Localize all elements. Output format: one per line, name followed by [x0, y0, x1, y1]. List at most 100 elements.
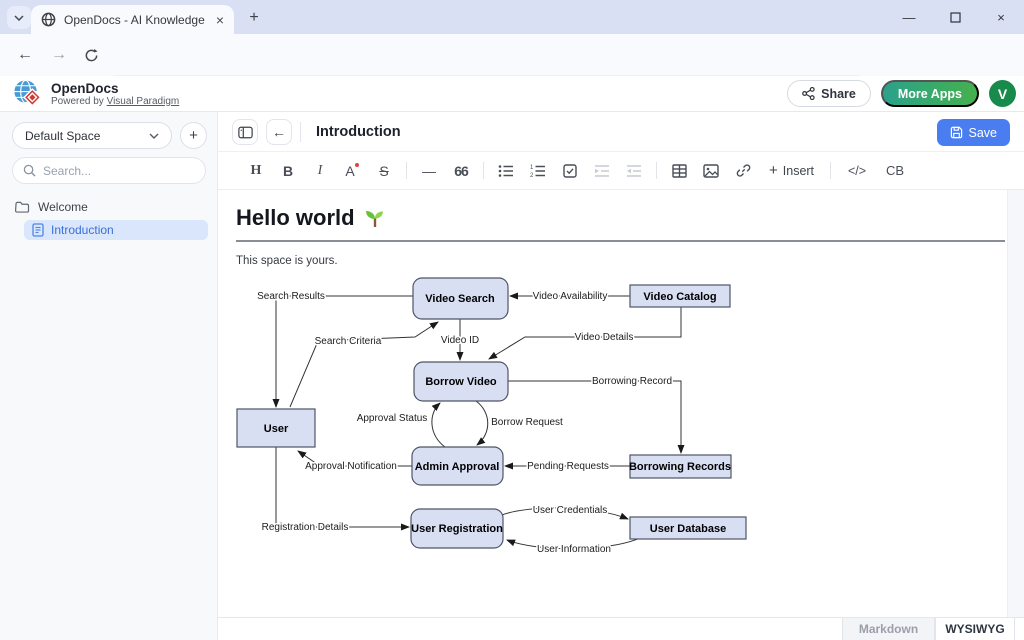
flow-label: Borrow Request	[491, 417, 563, 428]
node-label: User	[264, 423, 289, 435]
back-to-docs-button[interactable]: ←	[266, 119, 292, 145]
space-selector[interactable]: Default Space	[12, 122, 172, 149]
divider	[830, 162, 831, 179]
diagram-nodes	[237, 278, 746, 548]
checkbox-icon	[563, 164, 577, 178]
tree-item-label: Introduction	[51, 223, 114, 237]
reload-icon	[84, 48, 99, 63]
divider	[656, 162, 657, 179]
italic-button[interactable]: I	[304, 159, 336, 183]
editor-statusbar: Markdown WYSIWYG	[218, 617, 1024, 640]
heading-button[interactable]: H	[240, 159, 272, 183]
task-list-button[interactable]	[554, 159, 586, 183]
maximize-button[interactable]	[932, 0, 978, 34]
sidebar: Default Space + Welcome Introduction	[0, 112, 218, 640]
sidebar-search[interactable]	[12, 157, 206, 184]
flow-label: Registration Details	[262, 522, 349, 533]
insert-button[interactable]: +Insert	[759, 162, 824, 179]
indent-icon	[594, 164, 610, 178]
link-button[interactable]	[727, 159, 759, 183]
node-label: Video Search	[425, 293, 495, 305]
text-color-button[interactable]: A	[336, 159, 368, 183]
app-header: OpenDocs Powered by Visual Paradigm Shar…	[0, 76, 1024, 112]
doc-header: ← Introduction Save	[218, 112, 1024, 152]
toggle-sidebar-button[interactable]	[232, 119, 258, 145]
svg-text:1: 1	[530, 165, 534, 171]
flow-label: Search Results	[257, 291, 325, 302]
body-text: This space is yours.	[236, 255, 1005, 267]
browser-navbar: ← → ai-toolbox.visual-paradigm.com/app/o…	[0, 34, 1024, 76]
node-label: Video Catalog	[643, 291, 716, 303]
inline-code-button[interactable]: </>	[837, 159, 877, 183]
wysiwyg-mode-tab[interactable]: WYSIWYG	[935, 618, 1015, 640]
visual-paradigm-link[interactable]: Visual Paradigm	[107, 96, 180, 107]
indent-button[interactable]	[586, 159, 618, 183]
flow-label: Video Availability	[533, 291, 608, 302]
new-tab-button[interactable]: +	[244, 8, 264, 28]
forward-button[interactable]: →	[46, 42, 72, 68]
close-button[interactable]: ×	[978, 0, 1024, 34]
flow-label: Approval Status	[357, 413, 428, 424]
ordered-list-button[interactable]: 12	[522, 159, 554, 183]
node-label: Borrow Video	[425, 376, 497, 388]
tab-close-icon[interactable]: ×	[216, 13, 224, 27]
user-avatar[interactable]: V	[989, 80, 1016, 107]
node-label: Admin Approval	[415, 461, 500, 473]
tab-title: OpenDocs - AI Knowledge Base	[64, 13, 208, 27]
editor-toolbar: H B I A S — 66 12 +Insert </> CB	[218, 152, 1024, 190]
node-label: Borrowing Records	[629, 461, 731, 473]
more-apps-button[interactable]: More Apps	[881, 80, 979, 107]
link-icon	[736, 163, 751, 178]
divider	[406, 162, 407, 179]
seedling-emoji	[363, 206, 387, 230]
table-icon	[672, 164, 687, 178]
powered-by: Powered by Visual Paradigm	[51, 96, 179, 107]
back-button[interactable]: ←	[12, 42, 38, 68]
editor-content[interactable]: Hello world This space is yours.	[218, 190, 1007, 617]
chevron-down-icon	[14, 15, 24, 21]
image-icon	[703, 164, 719, 178]
image-button[interactable]	[695, 159, 727, 183]
sidebar-item-welcome[interactable]: Welcome	[0, 196, 218, 218]
globe-favicon	[41, 12, 56, 27]
scrollbar-gutter[interactable]	[1007, 190, 1024, 617]
browser-tab[interactable]: OpenDocs - AI Knowledge Base ×	[31, 5, 234, 34]
horizontal-rule-button[interactable]: —	[413, 159, 445, 183]
flow-label: Video Details	[575, 332, 634, 343]
markdown-mode-tab[interactable]: Markdown	[842, 618, 935, 640]
search-input[interactable]	[43, 164, 183, 178]
flow-label: Video ID	[441, 335, 479, 346]
app-name: OpenDocs	[51, 81, 179, 96]
share-icon	[802, 87, 815, 100]
reload-button[interactable]	[78, 42, 104, 68]
code-block-button[interactable]: CB	[877, 159, 913, 183]
save-button[interactable]: Save	[937, 119, 1011, 146]
color-dot	[355, 163, 359, 167]
flow-label: Approval Notification	[305, 461, 397, 472]
bold-button[interactable]: B	[272, 159, 304, 183]
outdent-button[interactable]	[618, 159, 650, 183]
app-brand: OpenDocs Powered by Visual Paradigm	[12, 78, 179, 109]
blockquote-button[interactable]: 66	[445, 159, 477, 183]
tab-search-button[interactable]	[7, 6, 31, 29]
data-flow-diagram[interactable]: Video Search Video Catalog Borrow Video …	[236, 269, 756, 569]
save-floppy-icon	[950, 126, 963, 139]
ordered-list-icon: 12	[530, 164, 546, 178]
divider	[483, 162, 484, 179]
bullet-list-button[interactable]	[490, 159, 522, 183]
minimize-button[interactable]: —	[886, 0, 932, 34]
svg-text:2: 2	[530, 173, 534, 178]
tree-item-label: Welcome	[38, 200, 88, 214]
tab-strip: OpenDocs - AI Knowledge Base × + — ×	[0, 0, 1024, 34]
table-button[interactable]	[663, 159, 695, 183]
share-button[interactable]: Share	[787, 80, 871, 107]
maximize-icon	[950, 12, 961, 23]
bullet-list-icon	[498, 164, 514, 178]
add-space-button[interactable]: +	[180, 122, 207, 149]
page-title: Hello world	[236, 205, 1005, 242]
search-icon	[23, 164, 36, 177]
flow-label: Pending Requests	[527, 461, 609, 472]
strikethrough-button[interactable]: S	[368, 159, 400, 183]
sidebar-item-introduction[interactable]: Introduction	[24, 220, 208, 240]
browser-window: OpenDocs - AI Knowledge Base × + — × ← →…	[0, 0, 1024, 640]
